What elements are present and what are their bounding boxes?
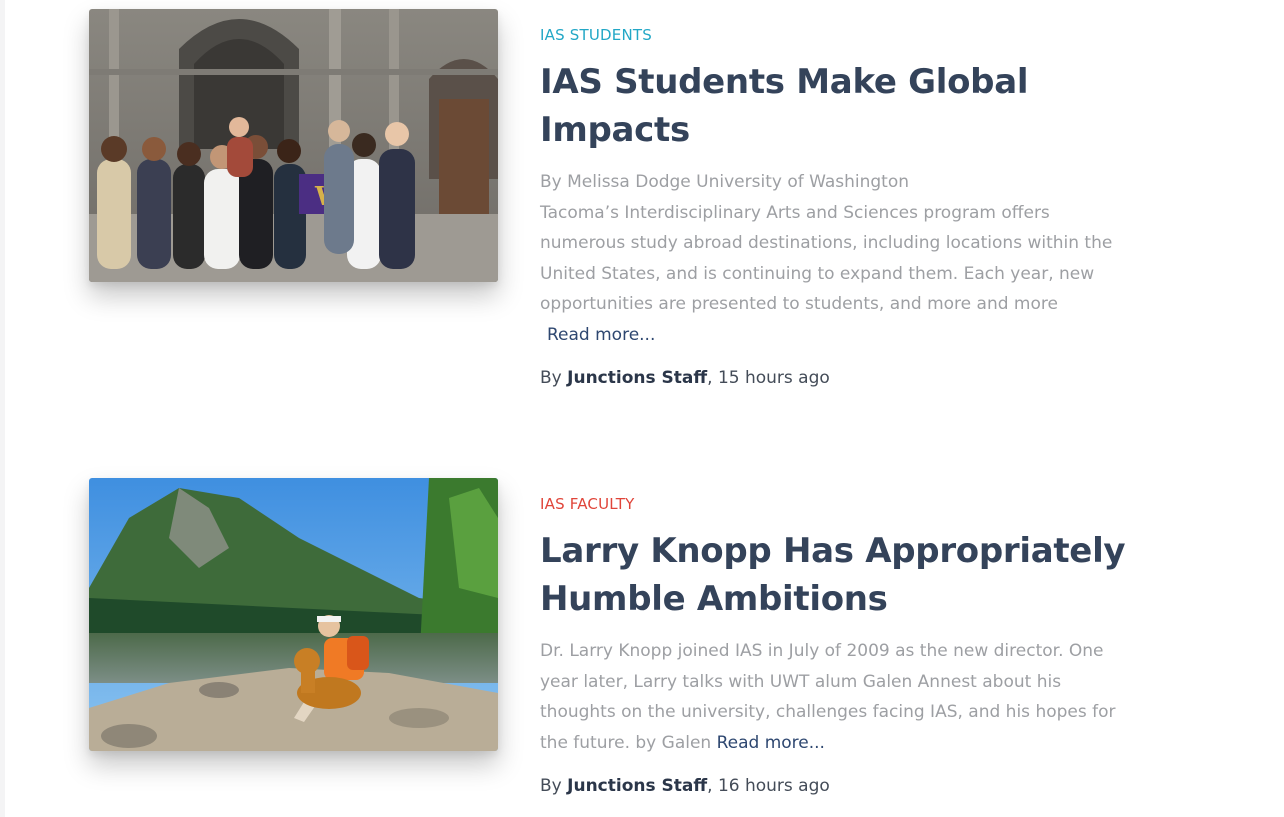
lake-hiker-dog-photo-icon — [89, 478, 498, 751]
post-thumbnail[interactable]: W — [89, 9, 498, 282]
byline-prefix: By — [540, 776, 568, 796]
excerpt-line: year later, Larry talks with UWT alum Ga… — [540, 671, 1062, 692]
post-timestamp: , 15 hours ago — [707, 368, 830, 388]
post-title[interactable]: Larry Knopp Has Appropriately Humble Amb… — [540, 527, 1140, 623]
excerpt-line: Tacoma’s Interdisciplinary Arts and Scie… — [540, 202, 1050, 223]
excerpt-line: Dr. Larry Knopp joined IAS in July of 20… — [540, 641, 1104, 661]
excerpt-line: numerous study abroad destinations, incl… — [540, 233, 1113, 253]
excerpt-tail: the future. by Galen — [540, 732, 717, 753]
excerpt-line: opportunities are presented to students,… — [540, 294, 1058, 314]
excerpt-line: thoughts on the university, challenges f… — [540, 702, 1116, 722]
post-title[interactable]: IAS Students Make Global Impacts — [540, 58, 1140, 154]
excerpt-line: Read more... — [540, 320, 1140, 351]
post-category-link[interactable]: IAS STUDENTS — [540, 26, 652, 44]
excerpt-line: the future. by Galen Read more... — [540, 728, 1140, 759]
post-byline: By Junctions Staff, 15 hours ago — [540, 368, 830, 388]
blog-feed-page: W IAS STUDENTS IAS Students Make Global … — [0, 0, 1284, 817]
post-excerpt: By Melissa Dodge University of Washingto… — [540, 167, 1140, 350]
post-title-line: Larry Knopp Has Appropriately — [540, 531, 1126, 571]
read-more-link[interactable]: Read more... — [717, 733, 825, 753]
post-timestamp: , 16 hours ago — [707, 776, 830, 796]
author-link[interactable]: Junctions Staff — [567, 776, 707, 796]
post-title-line: Impacts — [540, 110, 690, 150]
author-link[interactable]: Junctions Staff — [567, 368, 707, 388]
post-title-line: IAS Students Make Global — [540, 62, 1029, 102]
post-excerpt: Dr. Larry Knopp joined IAS in July of 20… — [540, 636, 1140, 758]
post-byline: By Junctions Staff, 16 hours ago — [540, 776, 830, 796]
byline-prefix: By — [540, 368, 568, 388]
post-thumbnail[interactable] — [89, 478, 498, 751]
page-left-border — [0, 0, 5, 817]
read-more-link[interactable]: Read more... — [547, 325, 655, 345]
excerpt-line: By Melissa Dodge University of Washingto… — [540, 172, 910, 192]
post-category-link[interactable]: IAS FACULTY — [540, 495, 635, 513]
excerpt-line: United States, and is continuing to expa… — [540, 263, 1095, 284]
post-title-line: Humble Ambitions — [540, 579, 888, 619]
group-photo-cathedral-icon: W — [89, 9, 498, 282]
